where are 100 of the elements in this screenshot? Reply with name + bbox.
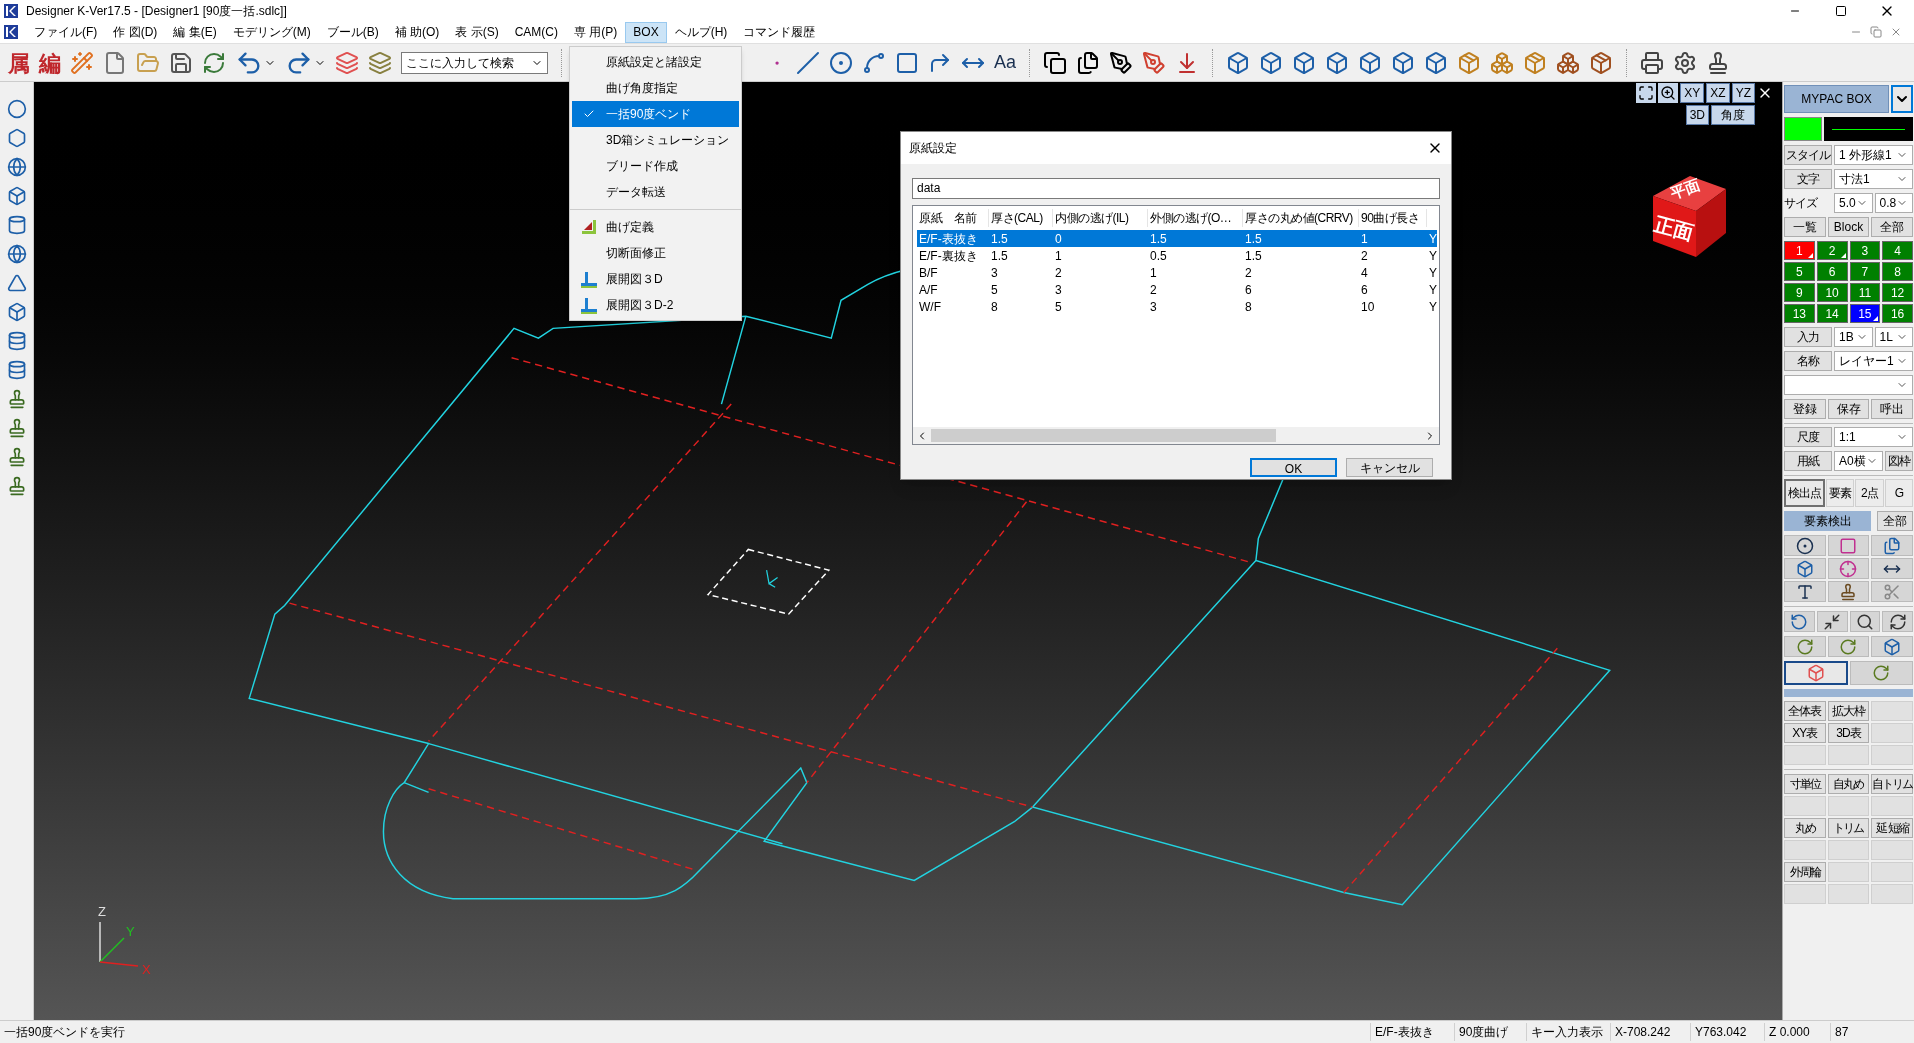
horizontal-scrollbar[interactable]: [913, 427, 1439, 444]
layer-button[interactable]: 6: [1816, 262, 1848, 281]
panel-button[interactable]: 全体表: [1784, 701, 1826, 721]
line-icon[interactable]: [796, 50, 820, 75]
layer-button[interactable]: 12: [1882, 283, 1913, 302]
dropdown-menu-item[interactable]: データ転送: [572, 179, 739, 205]
globe-icon[interactable]: [6, 156, 27, 178]
layer-button[interactable]: 5: [1784, 262, 1815, 281]
menu-item[interactable]: ファイル(F): [26, 21, 106, 43]
box-icon[interactable]: [6, 301, 27, 323]
rotate-icon[interactable]: [1839, 637, 1858, 656]
dialog-button[interactable]: OK: [1250, 458, 1337, 477]
layer-button[interactable]: 8: [1882, 262, 1913, 281]
layer-button[interactable]: 9: [1784, 283, 1815, 302]
dropdown-menu-item[interactable]: 展開図３D-2: [572, 292, 739, 318]
rotate-icon[interactable]: [1795, 637, 1814, 656]
menu-item[interactable]: 補 助(O): [386, 21, 448, 43]
layers-icon[interactable]: [335, 50, 359, 75]
column-header[interactable]: 内側の逃げ(IL): [1055, 211, 1129, 225]
package-icon[interactable]: [1589, 50, 1614, 75]
dropdown-menu-item[interactable]: 曲げ定義: [572, 214, 739, 240]
menu-item[interactable]: ヘルプ(H): [666, 21, 736, 43]
panel-button[interactable]: 外周輪: [1784, 862, 1826, 882]
layer-button[interactable]: 16: [1882, 304, 1913, 323]
dropdown-menu-item[interactable]: 切断面修正: [572, 240, 739, 266]
wand-icon[interactable]: [70, 50, 94, 75]
copy-icon[interactable]: [1043, 50, 1068, 75]
box-icon[interactable]: [1424, 50, 1449, 75]
boxes-icon[interactable]: [1556, 50, 1581, 75]
crosshair-icon[interactable]: [1839, 559, 1858, 578]
scale-select[interactable]: 1:1: [1834, 427, 1913, 447]
layer-button[interactable]: 7: [1849, 262, 1881, 281]
paper-select[interactable]: A0横: [1834, 451, 1883, 471]
scale-button[interactable]: 尺度: [1784, 427, 1832, 447]
dropdown-menu-item[interactable]: 一括90度ベンド: [572, 101, 739, 127]
table-row[interactable]: E/F-裏抜き 1.5 1 0.5 1.5 2 Y: [917, 247, 1437, 264]
search-icon[interactable]: [1855, 612, 1874, 631]
layer-button[interactable]: 10: [1816, 283, 1848, 302]
panel-button[interactable]: 寸単位: [1784, 774, 1826, 794]
printer-icon[interactable]: [1640, 50, 1665, 75]
snap-button[interactable]: 2点: [1855, 479, 1884, 507]
menu-item[interactable]: コマンド履歴: [735, 21, 824, 43]
layer-button[interactable]: 1: [1784, 241, 1815, 260]
refresh-icon[interactable]: [1888, 612, 1907, 631]
view-plane-button[interactable]: XY: [1680, 83, 1705, 103]
box-icon[interactable]: [1292, 50, 1317, 75]
panel-button[interactable]: 保存: [1827, 399, 1870, 419]
hexagon-icon[interactable]: [6, 127, 27, 149]
size-select[interactable]: 0.8: [1874, 193, 1913, 213]
panel-button[interactable]: XY表: [1784, 723, 1826, 743]
table-row[interactable]: W/F 8 5 3 8 10 Y: [917, 298, 1437, 315]
dropdown-menu-item[interactable]: 3D箱シミュレーション: [572, 127, 739, 153]
menu-item[interactable]: BOX: [625, 21, 667, 43]
fit-view-icon[interactable]: [1636, 83, 1657, 103]
panel-button[interactable]: 登録: [1784, 399, 1826, 419]
line-preview[interactable]: [1824, 117, 1913, 141]
save-icon[interactable]: [169, 50, 193, 75]
box-icon[interactable]: [1358, 50, 1383, 75]
panel-button[interactable]: 一覧: [1784, 217, 1826, 237]
dropdown-menu-item[interactable]: 曲げ角度指定: [572, 75, 739, 101]
kanji-tool-button[interactable]: 編: [39, 51, 61, 74]
view-plane-button[interactable]: XZ: [1706, 83, 1730, 103]
refresh-icon[interactable]: [202, 50, 226, 75]
name-field[interactable]: data: [912, 177, 1440, 199]
panel-button[interactable]: 延 短縮: [1871, 818, 1913, 838]
menu-item[interactable]: ブール(B): [318, 21, 387, 43]
layer-button[interactable]: 2: [1816, 241, 1848, 260]
rotate-icon[interactable]: [1790, 612, 1809, 631]
menu-item[interactable]: CAM(C): [506, 21, 566, 43]
boxes-icon[interactable]: [1490, 50, 1515, 75]
layers-icon[interactable]: [368, 50, 392, 75]
panel-button[interactable]: トリム: [1827, 818, 1870, 838]
table-row[interactable]: B/F 3 2 1 2 4 Y: [917, 264, 1437, 281]
cone-icon[interactable]: [6, 272, 27, 294]
circle-icon[interactable]: [829, 50, 853, 75]
text-tool-button[interactable]: Aa: [994, 49, 1017, 76]
text-button[interactable]: 文字: [1784, 169, 1832, 189]
search-combobox[interactable]: ここに入力して検索: [401, 51, 548, 74]
dropdown-button[interactable]: [1891, 85, 1913, 113]
menu-item[interactable]: 編 集(E): [165, 21, 225, 43]
style-select[interactable]: 1 外形線1: [1834, 145, 1913, 165]
settings-icon[interactable]: [1673, 50, 1698, 75]
layer-button[interactable]: 13: [1784, 304, 1815, 323]
snap-button[interactable]: 要素: [1825, 479, 1855, 507]
package-icon[interactable]: [1523, 50, 1548, 75]
ellipse-icon[interactable]: [6, 98, 27, 120]
box-icon[interactable]: [1325, 50, 1350, 75]
color-swatch[interactable]: [1784, 117, 1822, 141]
scrollbar-thumb[interactable]: [931, 429, 1276, 442]
view-mode-toggle[interactable]: [1784, 661, 1848, 685]
dropdown-menu-item[interactable]: 展開図３D: [572, 266, 739, 292]
shrink-icon[interactable]: [1823, 612, 1842, 631]
paper-button[interactable]: 用紙: [1784, 451, 1832, 471]
panel-button[interactable]: 丸め: [1784, 818, 1826, 838]
layer-button[interactable]: 4: [1882, 241, 1913, 260]
dialog-button[interactable]: キャンセル: [1346, 458, 1433, 477]
name-button[interactable]: 名称: [1784, 351, 1832, 371]
panel-button[interactable]: 自トリム: [1871, 774, 1913, 794]
curve-icon[interactable]: [862, 50, 886, 75]
layer-name-select[interactable]: レイヤー1: [1834, 351, 1913, 371]
